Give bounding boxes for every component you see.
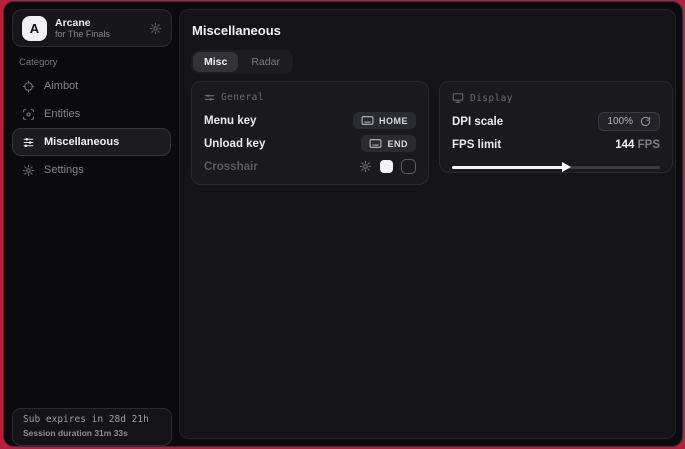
menu-key-bind-button[interactable]: HOME — [353, 112, 416, 129]
gear-icon — [22, 164, 35, 177]
tab-radar[interactable]: Radar — [240, 52, 291, 72]
category-label: Category — [19, 57, 58, 68]
fps-limit-row: FPS limit 144 FPS — [452, 133, 660, 156]
menu-key-label: Menu key — [204, 115, 256, 127]
sidebar-nav: Aimbot Entities — [12, 72, 171, 184]
main-panel: Miscellaneous Misc Radar General Menu ke… — [179, 9, 676, 439]
tab-bar: Misc Radar — [191, 50, 293, 74]
sidebar-item-settings[interactable]: Settings — [12, 156, 171, 184]
crosshair-controls — [359, 159, 416, 174]
menu-key-value: HOME — [379, 116, 408, 126]
fps-limit-label: FPS limit — [452, 139, 501, 151]
brand-subtitle: for The Finals — [55, 29, 110, 39]
tab-misc[interactable]: Misc — [193, 52, 238, 72]
crosshair-row: Crosshair — [204, 155, 416, 178]
sliders-mini-icon — [204, 92, 215, 103]
fps-number: 144 — [615, 139, 634, 151]
brand-card: A Arcane for The Finals — [12, 9, 172, 47]
subscription-status-card: Sub expires in 28d 21h Session duration … — [12, 408, 172, 446]
menu-key-row: Menu key HOME — [204, 109, 416, 132]
sidebar-item-label: Miscellaneous — [44, 136, 119, 148]
unload-key-value: END — [387, 139, 408, 149]
keyboard-icon — [369, 138, 382, 149]
general-card-header: General — [204, 92, 416, 103]
dpi-scale-label: DPI scale — [452, 116, 503, 128]
crosshair-label: Crosshair — [204, 161, 258, 173]
display-card-title: Display — [470, 93, 513, 104]
keyboard-icon — [361, 115, 374, 126]
brand-title: Arcane — [55, 17, 110, 29]
unload-key-row: Unload key END — [204, 132, 416, 155]
sidebar: A Arcane for The Finals Category — [4, 2, 179, 446]
scan-icon — [22, 108, 35, 121]
display-card: Display DPI scale 100% FPS limit 144 FPS — [439, 81, 673, 173]
crosshair-checkbox[interactable] — [401, 159, 416, 174]
brand-settings-icon[interactable] — [149, 22, 162, 35]
sidebar-item-label: Aimbot — [44, 80, 78, 92]
unload-key-label: Unload key — [204, 138, 265, 150]
fps-limit-slider[interactable] — [452, 163, 660, 171]
dpi-scale-row: DPI scale 100% — [452, 110, 660, 133]
brand-text: Arcane for The Finals — [55, 17, 110, 39]
fps-unit: FPS — [638, 139, 660, 151]
slider-thumb-arrow-icon[interactable] — [562, 162, 571, 172]
sidebar-item-miscellaneous[interactable]: Miscellaneous — [12, 128, 171, 156]
unload-key-bind-button[interactable]: END — [361, 135, 416, 152]
general-card-title: General — [221, 92, 264, 103]
desktop-backdrop: { "brand": { "logo_letter": "A", "title"… — [0, 0, 685, 449]
dpi-scale-control[interactable]: 100% — [598, 112, 660, 131]
monitor-icon — [452, 92, 464, 104]
dpi-scale-value: 100% — [607, 116, 633, 127]
crosshair-settings-icon[interactable] — [359, 160, 372, 173]
fps-limit-value: 144 FPS — [615, 139, 660, 151]
general-card: General Menu key HOME Unload key — [191, 81, 429, 185]
crosshair-icon — [22, 80, 35, 93]
slider-fill — [452, 166, 564, 169]
brand-logo: A — [22, 16, 47, 41]
crosshair-color-swatch[interactable] — [380, 160, 393, 173]
refresh-icon[interactable] — [640, 116, 651, 127]
app-window: A Arcane for The Finals Category — [3, 1, 683, 447]
sidebar-item-label: Settings — [44, 164, 84, 176]
sidebar-item-aimbot[interactable]: Aimbot — [12, 72, 171, 100]
sidebar-item-label: Entities — [44, 108, 80, 120]
page-title: Miscellaneous — [192, 23, 281, 38]
sliders-icon — [22, 136, 35, 149]
sidebar-item-entities[interactable]: Entities — [12, 100, 171, 128]
session-duration-text: Session duration 31m 33s — [23, 428, 161, 438]
sub-expiry-text: Sub expires in 28d 21h — [23, 414, 161, 425]
display-card-header: Display — [452, 92, 660, 104]
